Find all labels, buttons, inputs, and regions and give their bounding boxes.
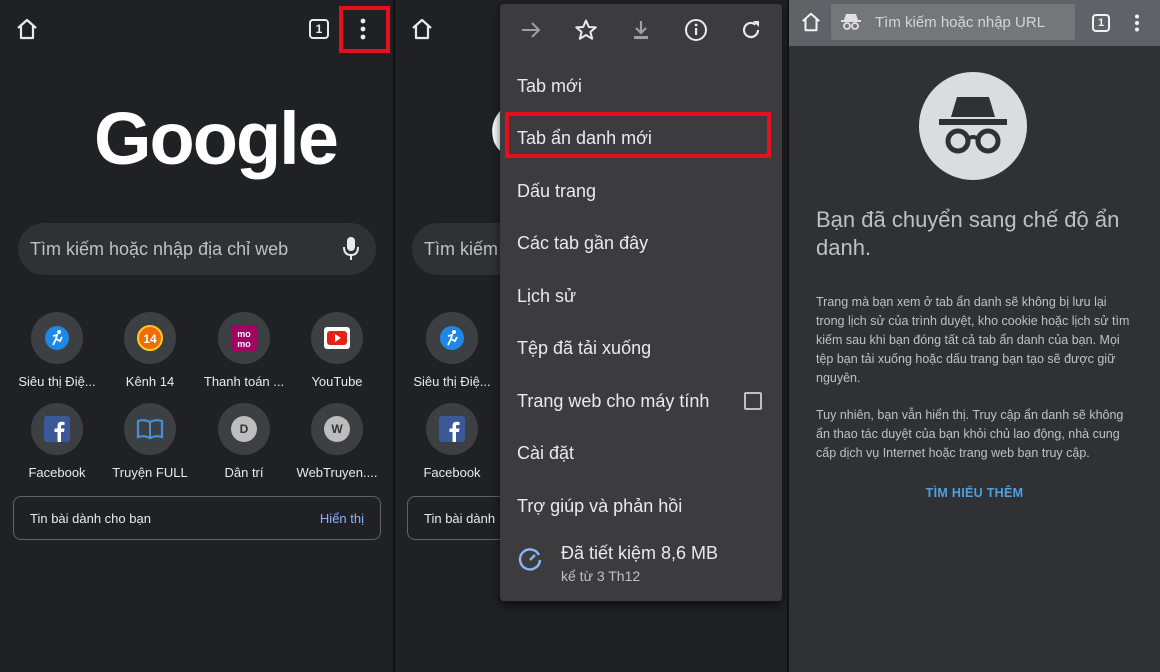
star-icon[interactable] bbox=[574, 18, 598, 47]
tile-thanh-toan[interactable]: mo mo Thanh toán ... bbox=[199, 312, 289, 389]
desktop-site-checkbox[interactable] bbox=[744, 392, 762, 411]
savings-subtitle: kể từ 3 Th12 bbox=[561, 567, 641, 584]
search-placeholder: Tìm kiếm hoặc nhập địa chỉ web bbox=[30, 238, 289, 259]
menu-item-label: Dấu trang bbox=[517, 180, 597, 201]
svg-text:mo: mo bbox=[237, 339, 251, 349]
info-icon[interactable] bbox=[684, 18, 708, 47]
tile-label: Facebook bbox=[28, 465, 86, 480]
book-icon bbox=[124, 403, 176, 455]
incognito-toolbar: Tìm kiếm hoặc nhập URL 1 bbox=[789, 0, 1160, 46]
menu-item-label: Lịch sử bbox=[517, 285, 577, 306]
panel-new-tab: 1 Google Tìm kiếm hoặc nhập địa chỉ web … bbox=[0, 0, 392, 672]
tile-dan-tri[interactable]: D Dân trí bbox=[199, 403, 289, 480]
highlight-box-incognito bbox=[505, 112, 771, 158]
facebook-logo-icon bbox=[426, 403, 478, 455]
incognito-icon bbox=[919, 72, 1027, 180]
feed-label: Tin bài dành bbox=[424, 510, 496, 526]
menu-item-desktop-site[interactable]: Trang web cho máy tính bbox=[500, 375, 782, 428]
letter-w-icon: W bbox=[311, 403, 363, 455]
panel-menu-open: Tìm kiếm Siêu thị Điệ... Facebook Tin bà… bbox=[395, 0, 787, 672]
panel-incognito: Tìm kiếm hoặc nhập URL 1 Bạn đã chuyển s… bbox=[789, 0, 1160, 672]
tab-count: 1 bbox=[1092, 14, 1110, 32]
letter-w: W bbox=[324, 416, 350, 442]
tile-label: Siêu thị Điệ... bbox=[413, 374, 491, 389]
menu-item-label: Trang web cho máy tính bbox=[517, 390, 710, 411]
tile-facebook[interactable]: Facebook bbox=[407, 403, 497, 480]
learn-more-link[interactable]: TÌM HIỂU THÊM bbox=[789, 486, 1160, 500]
incognito-paragraph-1: Trang mà bạn xem ở tab ẩn danh sẽ không … bbox=[816, 295, 1130, 385]
home-icon[interactable] bbox=[409, 16, 435, 42]
running-man-icon bbox=[31, 312, 83, 364]
menu-item-history[interactable]: Lịch sử bbox=[500, 270, 782, 323]
url-input[interactable]: Tìm kiếm hoặc nhập URL bbox=[831, 4, 1075, 40]
search-input[interactable]: Tìm kiếm hoặc nhập địa chỉ web bbox=[18, 223, 376, 275]
running-man-icon bbox=[426, 312, 478, 364]
tab-switcher-button[interactable]: 1 bbox=[1090, 12, 1112, 34]
incognito-paragraph-2: Tuy nhiên, bạn vẫn hiển thị. Truy cập ẩn… bbox=[816, 408, 1124, 460]
menu-item-new-tab[interactable]: Tab mới bbox=[500, 60, 782, 113]
menu-item-label: Các tab gần đây bbox=[517, 233, 649, 254]
forward-arrow-icon[interactable] bbox=[519, 18, 543, 47]
feed-card: Tin bài dành cho bạn Hiển thị bbox=[13, 496, 381, 540]
menu-item-recent-tabs[interactable]: Các tab gần đây bbox=[500, 218, 782, 271]
youtube-logo-icon bbox=[311, 312, 363, 364]
tile-youtube[interactable]: YouTube bbox=[292, 312, 382, 389]
tab-count: 1 bbox=[309, 19, 329, 39]
tile-label: Truyện FULL bbox=[112, 465, 188, 480]
svg-text:mo: mo bbox=[237, 329, 251, 339]
overflow-menu: Tab mới Tab ẩn danh mới Dấu trang Các ta… bbox=[500, 4, 782, 601]
incognito-title: Bạn đã chuyển sang chế độ ẩn danh. bbox=[816, 207, 1120, 260]
tile-label: YouTube bbox=[311, 374, 363, 389]
tile-sieu-thi[interactable]: Siêu thị Điệ... bbox=[12, 312, 102, 389]
menu-item-settings[interactable]: Cài đặt bbox=[500, 428, 782, 481]
home-icon[interactable] bbox=[14, 16, 40, 42]
facebook-logo-icon bbox=[31, 403, 83, 455]
menu-item-label: Tệp đã tải xuống bbox=[517, 338, 652, 359]
tile-label: Dân trí bbox=[224, 465, 264, 480]
tile-label: WebTruyen.... bbox=[296, 465, 378, 480]
tile-sieu-thi[interactable]: Siêu thị Điệ... bbox=[407, 312, 497, 389]
reload-icon[interactable] bbox=[739, 18, 763, 47]
tile-facebook[interactable]: Facebook bbox=[12, 403, 102, 480]
tile-kenh14[interactable]: 14 Kênh 14 bbox=[105, 312, 195, 389]
feed-label: Tin bài dành cho bạn bbox=[30, 510, 151, 526]
highlight-box-menu bbox=[339, 6, 390, 53]
speedometer-icon bbox=[517, 547, 543, 578]
menu-item-label: Tab mới bbox=[517, 75, 582, 96]
savings-title: Đã tiết kiệm 8,6 MB bbox=[561, 542, 719, 563]
tile-label: Thanh toán ... bbox=[203, 374, 285, 389]
tile-label: Kênh 14 bbox=[125, 374, 175, 389]
tile-webtruyen[interactable]: W WebTruyen.... bbox=[292, 403, 382, 480]
google-logo: Google bbox=[94, 97, 339, 180]
menu-toolbar bbox=[500, 4, 782, 60]
more-options-icon[interactable] bbox=[1129, 12, 1145, 34]
download-icon[interactable] bbox=[629, 18, 653, 47]
letter-d-icon: D bbox=[218, 403, 270, 455]
menu-item-downloads[interactable]: Tệp đã tải xuống bbox=[500, 323, 782, 376]
letter-d: D bbox=[231, 416, 257, 442]
tile-truyen-full[interactable]: Truyện FULL bbox=[105, 403, 195, 480]
home-icon[interactable] bbox=[799, 10, 823, 34]
menu-item-label: Cài đặt bbox=[517, 443, 575, 464]
incognito-small-icon bbox=[841, 13, 861, 35]
microphone-icon[interactable] bbox=[342, 236, 360, 267]
momo-logo-icon: mo mo bbox=[218, 312, 270, 364]
svg-text:14: 14 bbox=[143, 332, 157, 346]
tile-label: Facebook bbox=[423, 465, 481, 480]
tile-label: Siêu thị Điệ... bbox=[18, 374, 96, 389]
tab-switcher-button[interactable]: 1 bbox=[307, 17, 331, 41]
data-savings[interactable]: Đã tiết kiệm 8,6 MB kể từ 3 Th12 bbox=[500, 533, 782, 584]
kenh14-logo-icon: 14 bbox=[124, 312, 176, 364]
menu-item-help-feedback[interactable]: Trợ giúp và phản hồi bbox=[500, 480, 782, 533]
menu-item-label: Trợ giúp và phản hồi bbox=[517, 495, 683, 516]
url-placeholder: Tìm kiếm hoặc nhập URL bbox=[875, 13, 1046, 31]
search-placeholder: Tìm kiếm bbox=[424, 238, 498, 259]
menu-item-bookmarks[interactable]: Dấu trang bbox=[500, 165, 782, 218]
feed-show-button[interactable]: Hiển thị bbox=[320, 511, 364, 526]
